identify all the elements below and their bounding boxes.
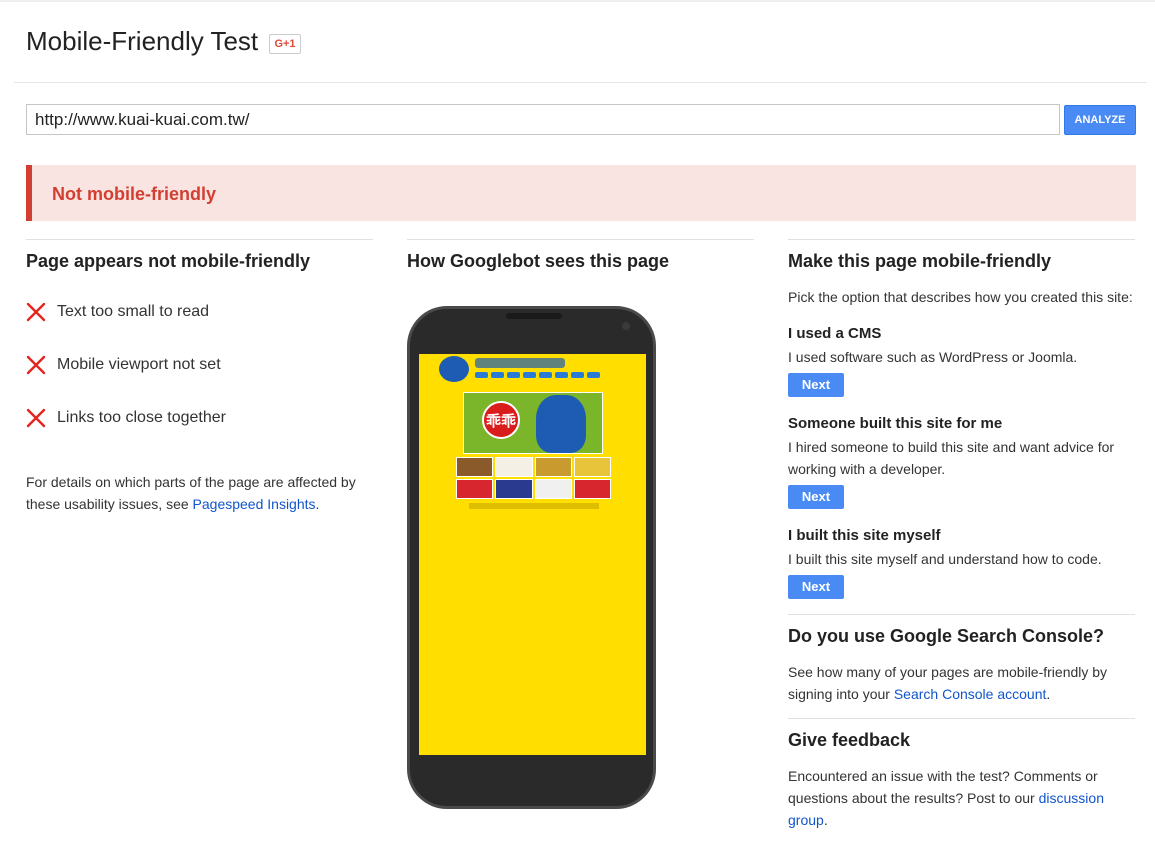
site-thumbnail xyxy=(456,479,494,499)
search-console-text: See how many of your pages are mobile-fr… xyxy=(788,661,1133,705)
site-nav-item xyxy=(523,372,536,378)
site-hero-image: 乖乖 xyxy=(463,392,603,454)
pagespeed-link[interactable]: Pagespeed Insights xyxy=(193,496,316,512)
cross-icon xyxy=(26,302,46,322)
issues-heading: Page appears not mobile-friendly xyxy=(26,251,311,271)
site-hero-logo: 乖乖 xyxy=(482,401,520,439)
option-title: I used a CMS xyxy=(788,325,882,342)
phone-camera xyxy=(622,322,630,330)
site-nav-item xyxy=(587,372,600,378)
search-console-link[interactable]: Search Console account xyxy=(894,686,1047,702)
developer-next-button[interactable]: Next xyxy=(788,485,844,509)
site-thumbnails xyxy=(456,457,611,499)
site-nav-item xyxy=(539,372,552,378)
site-title-banner xyxy=(475,358,565,368)
site-thumbnail xyxy=(495,457,533,477)
gplus-button[interactable]: G+1 xyxy=(269,34,301,54)
cross-icon xyxy=(26,408,46,428)
search-console-suffix: . xyxy=(1046,686,1051,702)
feedback-suffix: . xyxy=(823,812,828,828)
site-thumbnail xyxy=(534,479,572,499)
url-input[interactable] xyxy=(26,104,1060,135)
site-thumbnail xyxy=(495,479,533,499)
site-nav-item xyxy=(475,372,488,378)
details-suffix: . xyxy=(315,496,320,512)
issue-label: Mobile viewport not set xyxy=(57,356,221,373)
option-title: I built this site myself xyxy=(788,527,941,544)
self-built-next-button[interactable]: Next xyxy=(788,575,844,599)
site-mascot-image xyxy=(536,395,586,453)
left-column-divider xyxy=(26,239,373,240)
site-thumbnail xyxy=(456,457,494,477)
site-nav-item xyxy=(555,372,568,378)
result-banner: Not mobile-friendly xyxy=(26,165,1136,221)
issues-details: For details on which parts of the page a… xyxy=(26,471,371,515)
site-footer xyxy=(469,503,599,509)
cross-icon xyxy=(26,355,46,375)
site-thumbnail xyxy=(534,457,572,477)
feedback-divider xyxy=(788,718,1135,719)
cms-next-button[interactable]: Next xyxy=(788,373,844,397)
site-nav-item xyxy=(571,372,584,378)
site-thumbnail xyxy=(573,479,611,499)
feedback-text: Encountered an issue with the test? Comm… xyxy=(788,765,1113,831)
site-logo xyxy=(439,356,469,382)
option-desc: I used software such as WordPress or Joo… xyxy=(788,349,1078,365)
make-friendly-heading: Make this page mobile-friendly xyxy=(788,251,1052,271)
phone-screen: 乖乖 xyxy=(419,354,646,755)
option-desc: I built this site myself and understand … xyxy=(788,551,1102,567)
option-desc: I hired someone to build this site and w… xyxy=(788,439,1115,477)
preview-heading: How Googlebot sees this page xyxy=(407,251,670,271)
right-column-divider xyxy=(788,239,1135,240)
result-status: Not mobile-friendly xyxy=(52,184,217,204)
page-title: Mobile-Friendly Test xyxy=(26,26,259,56)
phone-mockup: 乖乖 xyxy=(407,306,656,809)
analyze-button[interactable]: ANALYZE xyxy=(1064,105,1136,135)
site-nav xyxy=(475,372,600,378)
site-thumbnail xyxy=(573,457,611,477)
phone-speaker xyxy=(506,313,562,319)
issue-label: Text too small to read xyxy=(57,303,210,320)
make-friendly-intro: Pick the option that describes how you c… xyxy=(788,289,1133,305)
header-divider xyxy=(14,82,1147,83)
site-nav-item xyxy=(507,372,520,378)
site-nav-item xyxy=(491,372,504,378)
issue-label: Links too close together xyxy=(57,409,226,426)
feedback-heading: Give feedback xyxy=(788,730,911,750)
search-console-heading: Do you use Google Search Console? xyxy=(788,626,1105,646)
option-title: Someone built this site for me xyxy=(788,415,1003,432)
search-console-divider xyxy=(788,614,1135,615)
middle-column-divider xyxy=(407,239,754,240)
top-border xyxy=(0,0,1155,2)
